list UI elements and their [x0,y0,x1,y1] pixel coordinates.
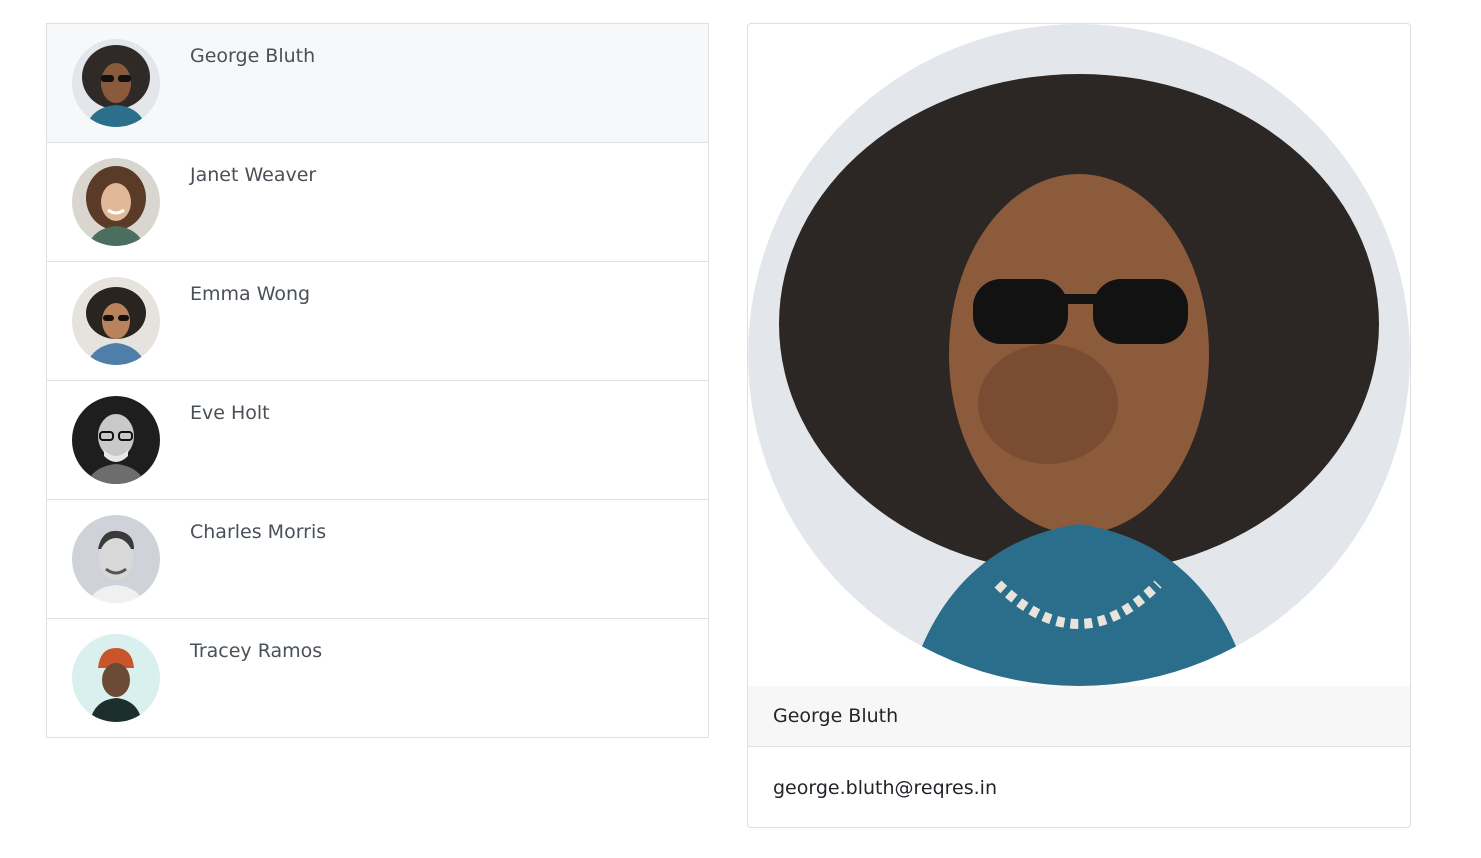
user-name: Janet Weaver [190,164,317,186]
user-name: Charles Morris [190,521,327,543]
user-row-eve-holt[interactable]: Eve Holt [47,381,708,500]
user-name: Eve Holt [190,402,270,424]
eve-holt-avatar [72,396,160,484]
george-bluth-portrait [748,24,1410,686]
user-row-george-bluth[interactable]: George Bluth [47,24,708,143]
user-detail-card: George Bluth george.bluth@reqres.in [747,23,1411,828]
user-list: George Bluth Janet Weaver Emma Wong Eve … [46,23,709,738]
charles-morris-avatar [72,515,160,603]
user-row-tracey-ramos[interactable]: Tracey Ramos [47,619,708,737]
card-header: George Bluth [748,686,1410,747]
george-bluth-avatar [72,39,160,127]
user-row-emma-wong[interactable]: Emma Wong [47,262,708,381]
user-name: Tracey Ramos [190,640,323,662]
emma-wong-avatar [72,277,160,365]
user-row-charles-morris[interactable]: Charles Morris [47,500,708,619]
card-user-email: george.bluth@reqres.in [773,777,998,799]
user-name: Emma Wong [190,283,311,305]
tracey-ramos-avatar [72,634,160,722]
user-row-janet-weaver[interactable]: Janet Weaver [47,143,708,262]
janet-weaver-avatar [72,158,160,246]
card-user-name: George Bluth [773,705,899,727]
user-name: George Bluth [190,45,316,67]
